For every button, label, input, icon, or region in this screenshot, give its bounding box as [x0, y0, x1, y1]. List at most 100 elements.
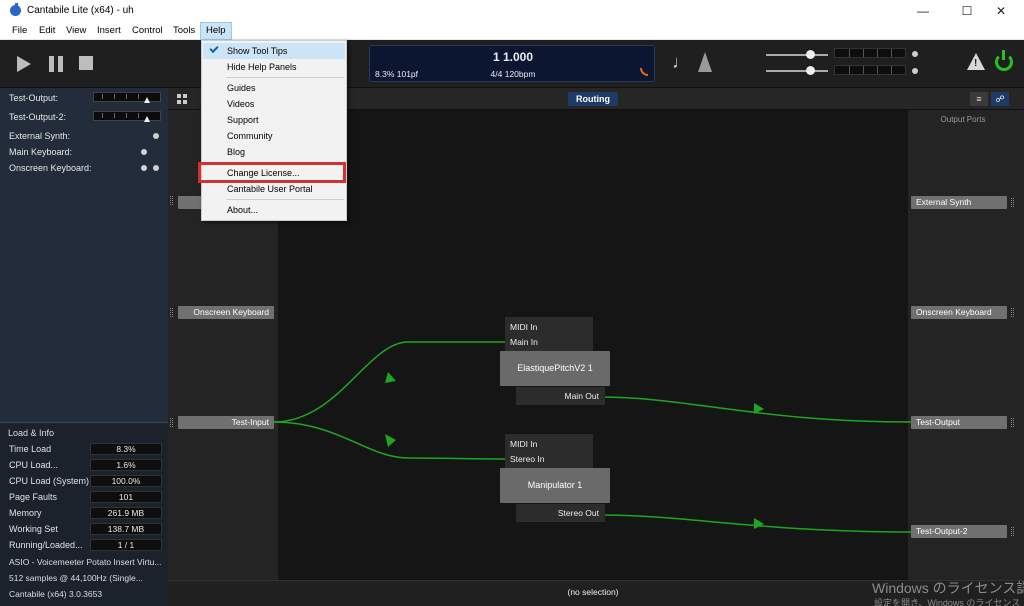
check-icon: [209, 43, 219, 54]
menu-separator: [226, 77, 344, 78]
help-menu-dropdown: Show Tool Tips Hide Help Panels Guides V…: [201, 40, 347, 221]
drag-handle[interactable]: [170, 418, 173, 427]
menu-item-show-tool-tips[interactable]: Show Tool Tips: [203, 43, 345, 59]
info-label: Time Load: [9, 444, 52, 454]
menu-item-support[interactable]: Support: [203, 112, 345, 128]
info-label: Memory: [9, 508, 42, 518]
info-value: 261.9 MB: [90, 507, 162, 519]
output-port-test-output-2[interactable]: Test-Output-2: [911, 525, 1007, 538]
menu-item-cantabile-user-portal[interactable]: Cantabile User Portal: [203, 181, 345, 197]
warning-icon[interactable]: !: [967, 53, 985, 70]
master-level-slider[interactable]: [766, 50, 828, 59]
menu-item-community[interactable]: Community: [203, 128, 345, 144]
port-label: Test-Output-2:: [9, 112, 67, 122]
menu-item-videos[interactable]: Videos: [203, 96, 345, 112]
play-icon[interactable]: [17, 56, 31, 72]
menu-item-hide-help-panels[interactable]: Hide Help Panels: [203, 59, 345, 75]
meter-led: [912, 68, 918, 74]
port-label: Main Keyboard:: [9, 147, 73, 157]
menu-item-label: Show Tool Tips: [227, 46, 288, 56]
tab-routing[interactable]: Routing: [568, 92, 618, 106]
pin-main-out[interactable]: Main Out: [565, 391, 600, 401]
menu-tools[interactable]: Tools: [168, 22, 200, 40]
song-position: 1 1.000: [492, 50, 534, 64]
menu-edit[interactable]: Edit: [34, 22, 60, 40]
plugin-output-pins: Main Out: [516, 387, 605, 405]
meter-led: [912, 51, 918, 57]
pin-stereo-out[interactable]: Stereo Out: [558, 508, 599, 518]
port-meter[interactable]: [93, 92, 161, 103]
tempo-readout[interactable]: 4/4 120bpm: [370, 69, 656, 79]
close-button[interactable]: ✕: [986, 0, 1016, 22]
output-port-external-synth[interactable]: External Synth: [911, 196, 1007, 209]
drag-handle[interactable]: [170, 196, 173, 205]
port-label: Onscreen Keyboard:: [9, 163, 92, 173]
maximize-button[interactable]: ☐: [952, 0, 982, 22]
title-bar: Cantabile Lite (x64) - uh — ☐ ✕: [0, 0, 1024, 22]
metronome-icon[interactable]: [698, 52, 712, 72]
audio-driver-info: ASIO - Voicemeeter Potato Insert Virtu..…: [9, 557, 162, 567]
app-icon: [10, 3, 21, 16]
level-meter: [834, 48, 906, 58]
buffer-info: 512 samples @ 44,100Hz (Single...: [9, 573, 143, 583]
info-label: Running/Loaded...: [9, 540, 83, 550]
menu-help[interactable]: Help: [200, 22, 232, 40]
activation-watermark-sub: 設定を開き、Windows のライセンス: [874, 598, 1021, 606]
info-value: 101: [90, 491, 162, 503]
output-port-test-output[interactable]: Test-Output: [911, 416, 1007, 429]
info-value: 100.0%: [90, 475, 162, 487]
plugin-node[interactable]: MIDI In Stereo In Manipulator 1 Stereo O…: [500, 434, 610, 524]
plugin-manipulator[interactable]: Manipulator 1: [500, 468, 610, 503]
menu-view[interactable]: View: [61, 22, 91, 40]
menu-separator: [226, 199, 344, 200]
drag-handle[interactable]: [1011, 418, 1014, 427]
input-port-onscreen-keyboard[interactable]: Onscreen Keyboard: [178, 306, 274, 319]
pin-main-in[interactable]: Main In: [510, 337, 538, 347]
plugin-elastiquepitch[interactable]: ElastiquePitchV2 1: [500, 351, 610, 386]
transport-display: 1 1.000 8.3% 101pf 4/4 120bpm: [369, 45, 655, 82]
info-label: CPU Load (System): [9, 476, 90, 486]
wire-arrow: [385, 434, 396, 447]
master-level-slider-2[interactable]: [766, 66, 828, 75]
input-port-test-input[interactable]: Test-Input: [178, 416, 274, 429]
port-meter[interactable]: [93, 111, 161, 122]
output-port-onscreen-keyboard[interactable]: Onscreen Keyboard: [911, 306, 1007, 319]
minimize-button[interactable]: —: [908, 0, 938, 22]
info-value: 8.3%: [90, 443, 162, 455]
menu-file[interactable]: File: [7, 22, 32, 40]
note-icon[interactable]: ♩: [672, 52, 690, 73]
pause-icon[interactable]: [49, 56, 63, 72]
wire-arrow: [754, 518, 764, 529]
pin-midi-in[interactable]: MIDI In: [510, 322, 537, 332]
share-icon[interactable]: ☍: [991, 92, 1009, 106]
menu-insert[interactable]: Insert: [92, 22, 126, 40]
load-info-panel: Load & Info Time Load 8.3% CPU Load... 1…: [0, 422, 168, 606]
menu-item-about[interactable]: About...: [203, 202, 345, 218]
plugin-input-pins: MIDI In Main In: [505, 317, 593, 351]
window-title: Cantabile Lite (x64) - uh: [27, 5, 134, 16]
level-meter-2: [834, 65, 906, 75]
pin-stereo-in[interactable]: Stereo In: [510, 454, 545, 464]
menu-control[interactable]: Control: [127, 22, 168, 40]
drag-handle[interactable]: [1011, 308, 1014, 317]
midi-activity-led: [141, 165, 147, 171]
menu-item-blog[interactable]: Blog: [203, 144, 345, 160]
port-label: External Synth:: [9, 131, 71, 141]
midi-activity-led: [153, 133, 159, 139]
port-label: Test-Output:: [9, 93, 59, 103]
power-icon[interactable]: [995, 50, 1013, 71]
drag-handle[interactable]: [1011, 527, 1014, 536]
version-info: Cantabile (x64) 3.0.3653: [9, 589, 103, 599]
plugin-output-pins: Stereo Out: [516, 504, 605, 522]
pin-midi-in[interactable]: MIDI In: [510, 439, 537, 449]
wire-arrow: [385, 372, 396, 383]
grid-icon[interactable]: [177, 94, 187, 104]
list-icon[interactable]: ≡: [970, 92, 988, 106]
drag-handle[interactable]: [1011, 198, 1014, 207]
stop-icon[interactable]: [79, 56, 93, 70]
info-label: Page Faults: [9, 492, 58, 502]
menu-bar: File Edit View Insert Control Tools Help: [0, 22, 1024, 40]
drag-handle[interactable]: [170, 308, 173, 317]
plugin-node[interactable]: MIDI In Main In ElastiquePitchV2 1 Main …: [500, 317, 610, 407]
menu-item-guides[interactable]: Guides: [203, 80, 345, 96]
